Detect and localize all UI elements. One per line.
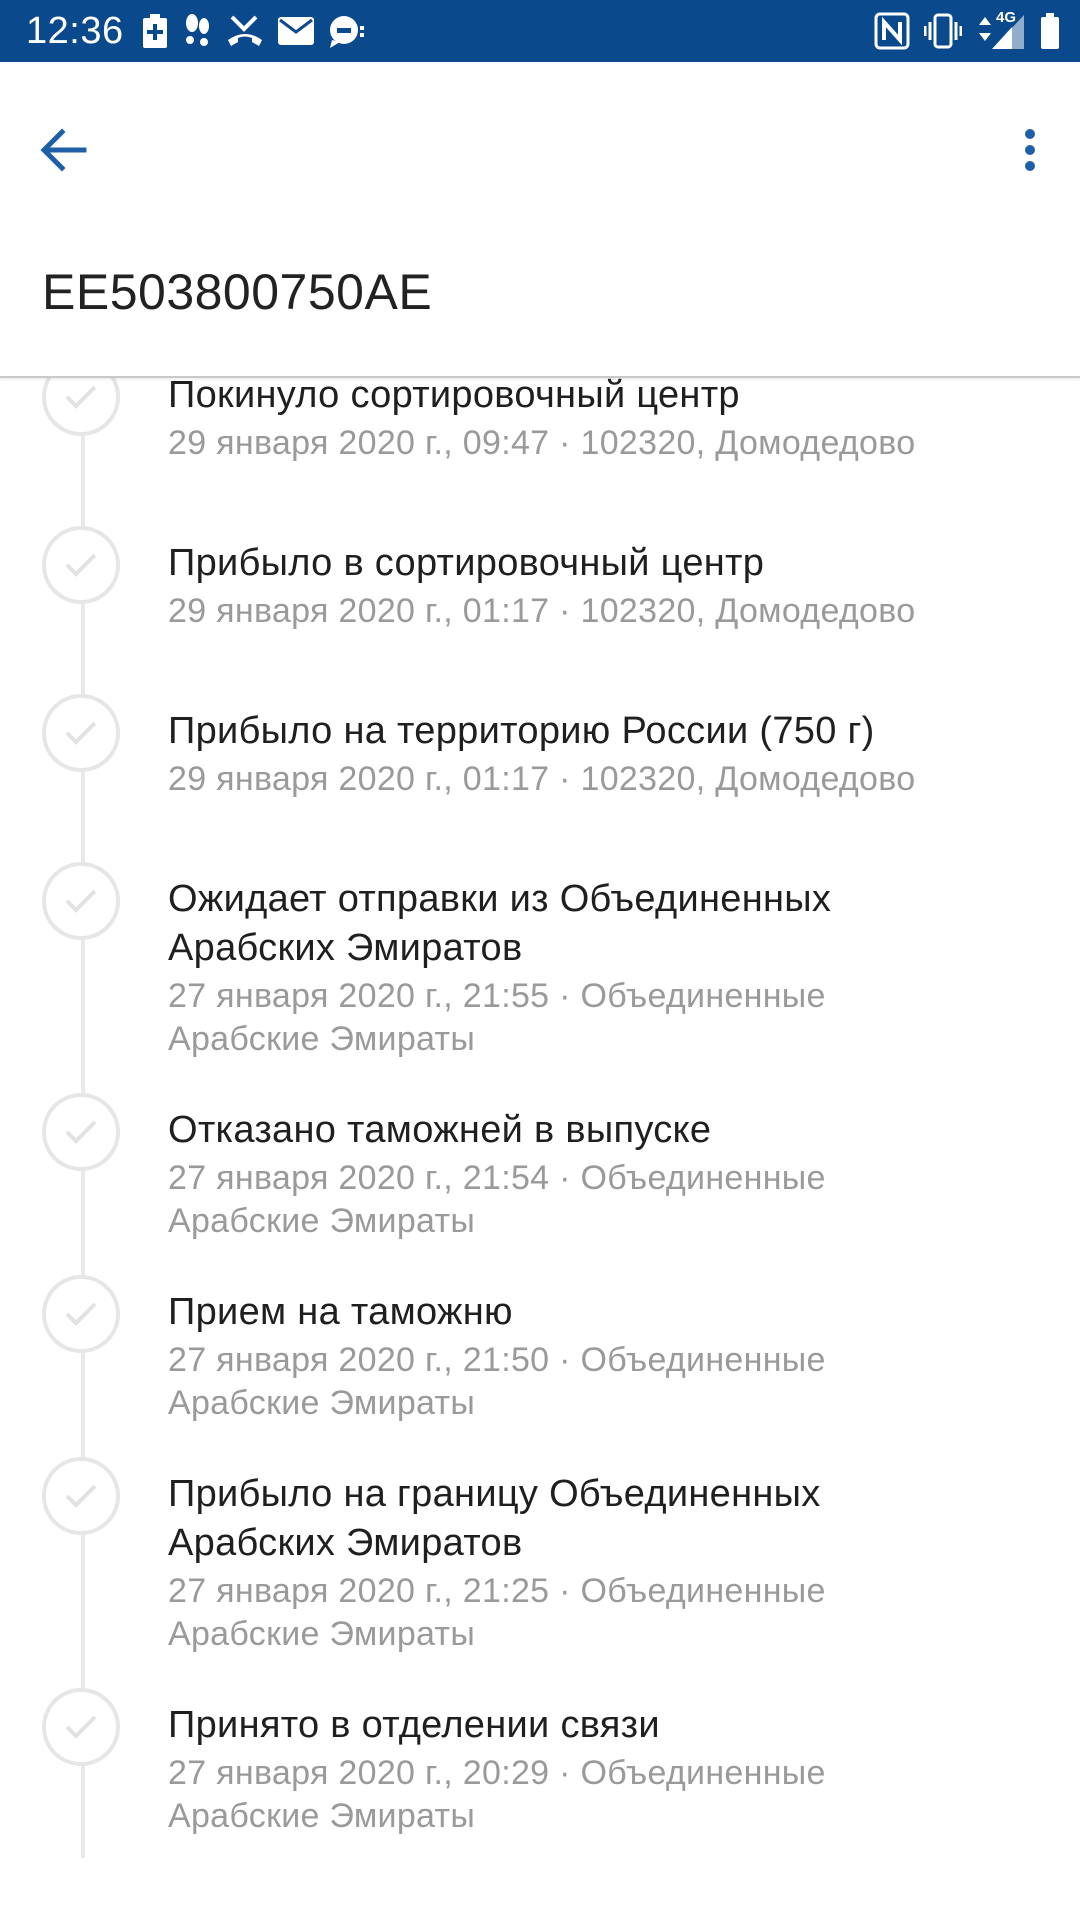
event-meta: 27 января 2020 г., 21:50 · Объединенные … (168, 1341, 826, 1422)
event-title: Отказано таможней в выпуске (168, 1109, 712, 1151)
event-meta: 29 января 2020 г., 01:17 · 102320, Домод… (168, 760, 916, 798)
system-icons: 4G (860, 9, 1060, 52)
more-options-button[interactable] (998, 108, 1062, 192)
check-icon (65, 1484, 97, 1508)
event-meta: 29 января 2020 г., 01:17 · 102320, Домод… (168, 592, 916, 630)
more-vertical-icon (1025, 129, 1035, 171)
event-title: Прибыло на территорию России (750 г) (168, 710, 875, 752)
nfc-icon (874, 12, 910, 50)
event-status-marker (42, 1093, 120, 1171)
check-icon (65, 1302, 97, 1326)
vibrate-icon (924, 13, 962, 49)
battery-icon (1041, 13, 1059, 49)
arrow-left-icon (40, 128, 87, 172)
check-icon (65, 721, 97, 745)
event-meta: 27 января 2020 г., 20:29 · Объединенные … (168, 1754, 826, 1835)
status-bar: 12:36 4G (0, 0, 1080, 62)
check-icon (65, 553, 97, 577)
event-status-marker (42, 378, 120, 436)
event-title: Прием на таможню (168, 1291, 513, 1333)
event-status-marker (42, 694, 120, 772)
event-title: Покинуло сортировочный центр (168, 378, 740, 416)
check-icon (65, 1715, 97, 1739)
event-meta: 27 января 2020 г., 21:55 · Объединенные … (168, 977, 826, 1058)
battery-plus-icon (143, 14, 167, 48)
event-title: Ожидает отправки из Объединенных Арабски… (168, 878, 832, 969)
event-title: Принято в отделении связи (168, 1704, 660, 1746)
tracking-number: EE503800750AE (42, 264, 433, 320)
mail-icon (278, 17, 314, 45)
event-status-marker (42, 862, 120, 940)
event-status-marker (42, 526, 120, 604)
check-icon (65, 889, 97, 913)
app-bar: EE503800750AE (0, 62, 1080, 378)
notification-icons (142, 12, 380, 50)
event-meta: 27 января 2020 г., 21:25 · Объединенные … (168, 1572, 826, 1653)
chat-bubble-icon (330, 16, 364, 48)
event-status-marker (42, 1457, 120, 1535)
check-icon (65, 1120, 97, 1144)
back-button[interactable] (22, 108, 106, 192)
network-type-label: 4G (996, 9, 1017, 26)
event-title: Прибыло на границу Объединенных Арабских… (168, 1473, 821, 1564)
check-icon (65, 385, 97, 409)
signal-icon: 4G (976, 9, 1026, 51)
status-time: 12:36 (26, 10, 124, 52)
event-meta: 27 января 2020 г., 21:54 · Объединенные … (168, 1159, 826, 1240)
tracking-history-list[interactable]: Покинуло сортировочный центр 29 января 2… (0, 378, 1080, 1920)
footsteps-icon (186, 14, 209, 46)
event-meta: 29 января 2020 г., 09:47 · 102320, Домод… (168, 424, 916, 462)
event-status-marker (42, 1688, 120, 1766)
event-title: Прибыло в сортировочный центр (168, 542, 765, 584)
missed-call-icon (228, 15, 262, 46)
event-status-marker (42, 1275, 120, 1353)
